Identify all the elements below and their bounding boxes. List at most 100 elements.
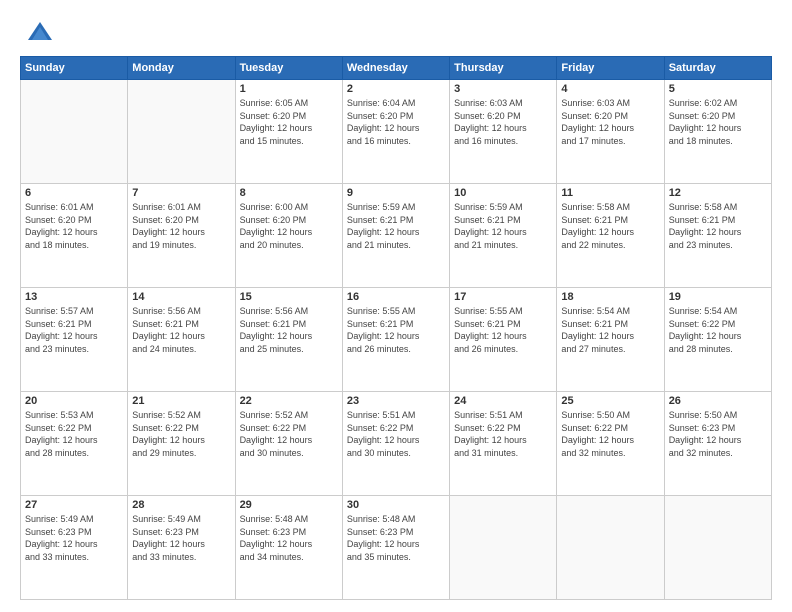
- logo: [20, 18, 54, 46]
- day-number: 19: [669, 291, 767, 303]
- day-number: 7: [132, 187, 230, 199]
- calendar-cell: 18Sunrise: 5:54 AM Sunset: 6:21 PM Dayli…: [557, 288, 664, 392]
- calendar-cell: 21 Sunrise: 5:52 AM Sunset: 6:22 PM Dayli…: [128, 392, 235, 496]
- day-number: 18: [561, 291, 659, 303]
- day-number: 13: [25, 291, 123, 303]
- day-info: Sunrise: 5:49 AM Sunset: 6:23 PM Dayligh…: [25, 513, 123, 563]
- day-info: Sunrise: 6:01 AM Sunset: 6:20 PM Dayligh…: [25, 201, 123, 251]
- calendar-header: SundayMondayTuesdayWednesdayThursdayFrid…: [21, 57, 772, 80]
- calendar-cell: 29 Sunrise: 5:48 AM Sunset: 6:23 PM Dayli…: [235, 496, 342, 600]
- day-info: Sunrise: 5:54 AM Sunset: 6:22 PM Dayligh…: [669, 305, 767, 355]
- calendar-cell: 10Sunrise: 5:59 AM Sunset: 6:21 PM Dayli…: [450, 184, 557, 288]
- day-number: 24: [454, 395, 552, 407]
- calendar-cell: [128, 80, 235, 184]
- day-number: 5: [669, 83, 767, 95]
- day-number: 11: [561, 187, 659, 199]
- day-number: 22: [240, 395, 338, 407]
- weekday-header-friday: Friday: [557, 57, 664, 80]
- calendar-cell: 14 Sunrise: 5:56 AM Sunset: 6:21 PM Dayli…: [128, 288, 235, 392]
- calendar-cell: 5Sunrise: 6:02 AM Sunset: 6:20 PM Daylig…: [664, 80, 771, 184]
- page: SundayMondayTuesdayWednesdayThursdayFrid…: [0, 0, 792, 612]
- day-info: Sunrise: 5:52 AM Sunset: 6:22 PM Dayligh…: [240, 409, 338, 459]
- day-number: 21: [132, 395, 230, 407]
- day-number: 27: [25, 499, 123, 511]
- calendar-body: 1 Sunrise: 6:05 AM Sunset: 6:20 PM Daylig…: [21, 80, 772, 600]
- day-info: Sunrise: 5:53 AM Sunset: 6:22 PM Dayligh…: [25, 409, 123, 459]
- weekday-header-tuesday: Tuesday: [235, 57, 342, 80]
- calendar-cell: 2Sunrise: 6:04 AM Sunset: 6:20 PM Daylig…: [342, 80, 449, 184]
- weekday-header-monday: Monday: [128, 57, 235, 80]
- day-info: Sunrise: 5:49 AM Sunset: 6:23 PM Dayligh…: [132, 513, 230, 563]
- day-info: Sunrise: 6:01 AM Sunset: 6:20 PM Dayligh…: [132, 201, 230, 251]
- calendar-cell: 3Sunrise: 6:03 AM Sunset: 6:20 PM Daylig…: [450, 80, 557, 184]
- calendar-cell: 7 Sunrise: 6:01 AM Sunset: 6:20 PM Daylig…: [128, 184, 235, 288]
- day-number: 28: [132, 499, 230, 511]
- day-number: 30: [347, 499, 445, 511]
- day-info: Sunrise: 6:03 AM Sunset: 6:20 PM Dayligh…: [561, 97, 659, 147]
- logo-icon: [26, 18, 54, 46]
- day-info: Sunrise: 5:59 AM Sunset: 6:21 PM Dayligh…: [454, 201, 552, 251]
- day-info: Sunrise: 5:48 AM Sunset: 6:23 PM Dayligh…: [347, 513, 445, 563]
- day-number: 14: [132, 291, 230, 303]
- day-number: 25: [561, 395, 659, 407]
- day-number: 29: [240, 499, 338, 511]
- day-info: Sunrise: 5:51 AM Sunset: 6:22 PM Dayligh…: [347, 409, 445, 459]
- day-info: Sunrise: 5:50 AM Sunset: 6:23 PM Dayligh…: [669, 409, 767, 459]
- calendar-cell: 19 Sunrise: 5:54 AM Sunset: 6:22 PM Dayli…: [664, 288, 771, 392]
- calendar-cell: 30 Sunrise: 5:48 AM Sunset: 6:23 PM Dayli…: [342, 496, 449, 600]
- day-info: Sunrise: 5:59 AM Sunset: 6:21 PM Dayligh…: [347, 201, 445, 251]
- calendar-cell: 16Sunrise: 5:55 AM Sunset: 6:21 PM Dayli…: [342, 288, 449, 392]
- calendar-cell: 8Sunrise: 6:00 AM Sunset: 6:20 PM Daylig…: [235, 184, 342, 288]
- day-info: Sunrise: 5:51 AM Sunset: 6:22 PM Dayligh…: [454, 409, 552, 459]
- weekday-header-wednesday: Wednesday: [342, 57, 449, 80]
- calendar-cell: 22 Sunrise: 5:52 AM Sunset: 6:22 PM Dayli…: [235, 392, 342, 496]
- day-number: 15: [240, 291, 338, 303]
- day-number: 17: [454, 291, 552, 303]
- day-number: 23: [347, 395, 445, 407]
- day-number: 12: [669, 187, 767, 199]
- day-info: Sunrise: 5:50 AM Sunset: 6:22 PM Dayligh…: [561, 409, 659, 459]
- calendar-week-5: 27 Sunrise: 5:49 AM Sunset: 6:23 PM Dayli…: [21, 496, 772, 600]
- calendar-cell: 28 Sunrise: 5:49 AM Sunset: 6:23 PM Dayli…: [128, 496, 235, 600]
- calendar-cell: 12 Sunrise: 5:58 AM Sunset: 6:21 PM Dayli…: [664, 184, 771, 288]
- day-number: 3: [454, 83, 552, 95]
- calendar-cell: 13 Sunrise: 5:57 AM Sunset: 6:21 PM Dayli…: [21, 288, 128, 392]
- calendar-cell: 15 Sunrise: 5:56 AM Sunset: 6:21 PM Dayli…: [235, 288, 342, 392]
- calendar-cell: 1 Sunrise: 6:05 AM Sunset: 6:20 PM Daylig…: [235, 80, 342, 184]
- day-info: Sunrise: 5:57 AM Sunset: 6:21 PM Dayligh…: [25, 305, 123, 355]
- day-number: 26: [669, 395, 767, 407]
- day-info: Sunrise: 5:58 AM Sunset: 6:21 PM Dayligh…: [669, 201, 767, 251]
- header: [20, 18, 772, 46]
- day-number: 6: [25, 187, 123, 199]
- day-info: Sunrise: 5:55 AM Sunset: 6:21 PM Dayligh…: [347, 305, 445, 355]
- day-info: Sunrise: 5:58 AM Sunset: 6:21 PM Dayligh…: [561, 201, 659, 251]
- calendar-cell: [450, 496, 557, 600]
- day-info: Sunrise: 5:56 AM Sunset: 6:21 PM Dayligh…: [132, 305, 230, 355]
- calendar-cell: 9 Sunrise: 5:59 AM Sunset: 6:21 PM Daylig…: [342, 184, 449, 288]
- day-info: Sunrise: 5:55 AM Sunset: 6:21 PM Dayligh…: [454, 305, 552, 355]
- calendar-cell: 23 Sunrise: 5:51 AM Sunset: 6:22 PM Dayli…: [342, 392, 449, 496]
- weekday-header-thursday: Thursday: [450, 57, 557, 80]
- calendar-week-4: 20 Sunrise: 5:53 AM Sunset: 6:22 PM Dayli…: [21, 392, 772, 496]
- weekday-header-saturday: Saturday: [664, 57, 771, 80]
- day-info: Sunrise: 5:56 AM Sunset: 6:21 PM Dayligh…: [240, 305, 338, 355]
- day-info: Sunrise: 6:05 AM Sunset: 6:20 PM Dayligh…: [240, 97, 338, 147]
- calendar-cell: [664, 496, 771, 600]
- calendar-cell: 11 Sunrise: 5:58 AM Sunset: 6:21 PM Dayli…: [557, 184, 664, 288]
- weekday-header-sunday: Sunday: [21, 57, 128, 80]
- day-number: 1: [240, 83, 338, 95]
- weekday-header-row: SundayMondayTuesdayWednesdayThursdayFrid…: [21, 57, 772, 80]
- day-info: Sunrise: 5:52 AM Sunset: 6:22 PM Dayligh…: [132, 409, 230, 459]
- calendar-table: SundayMondayTuesdayWednesdayThursdayFrid…: [20, 56, 772, 600]
- calendar-week-2: 6 Sunrise: 6:01 AM Sunset: 6:20 PM Daylig…: [21, 184, 772, 288]
- calendar-week-3: 13 Sunrise: 5:57 AM Sunset: 6:21 PM Dayli…: [21, 288, 772, 392]
- day-number: 20: [25, 395, 123, 407]
- day-info: Sunrise: 6:00 AM Sunset: 6:20 PM Dayligh…: [240, 201, 338, 251]
- calendar-cell: [21, 80, 128, 184]
- calendar-cell: 25 Sunrise: 5:50 AM Sunset: 6:22 PM Dayli…: [557, 392, 664, 496]
- day-info: Sunrise: 6:04 AM Sunset: 6:20 PM Dayligh…: [347, 97, 445, 147]
- day-info: Sunrise: 5:48 AM Sunset: 6:23 PM Dayligh…: [240, 513, 338, 563]
- calendar-cell: 26 Sunrise: 5:50 AM Sunset: 6:23 PM Dayli…: [664, 392, 771, 496]
- day-number: 9: [347, 187, 445, 199]
- calendar-cell: 4Sunrise: 6:03 AM Sunset: 6:20 PM Daylig…: [557, 80, 664, 184]
